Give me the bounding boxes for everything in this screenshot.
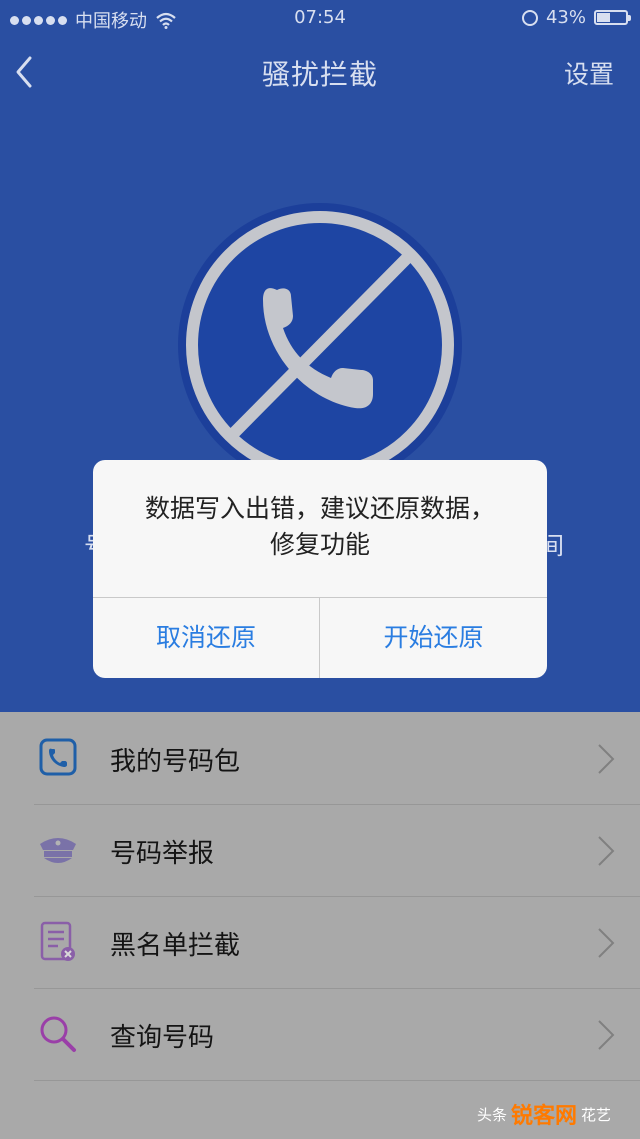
police-cap-icon	[40, 838, 76, 863]
list-item-phone-book[interactable]: 我的号码包	[0, 712, 640, 804]
list-item-label: 查询号码	[110, 1023, 215, 1053]
chevron-right-icon	[598, 744, 615, 774]
battery-icon	[594, 10, 631, 25]
watermark-brand: 锐客网	[511, 1104, 578, 1129]
phone-book-icon	[39, 738, 77, 776]
chevron-right-icon	[598, 836, 615, 866]
list-item-label: 黑名单拦截	[110, 931, 241, 961]
list-item-label: 我的号码包	[110, 747, 241, 777]
restore-alert-dialog: 数据写入出错，建议还原数据，修复功能 取消还原 开始还原	[93, 460, 547, 678]
page-title: 骚扰拦截	[261, 58, 378, 91]
settings-button[interactable]: 设置	[564, 55, 614, 91]
watermark-prefix: 头条	[477, 1105, 508, 1124]
rotation-lock-icon	[521, 9, 538, 26]
list-item-report-number[interactable]: 号码举报	[0, 804, 640, 896]
feature-list: 我的号码包 号码举报 黑名单拦截 查询号码	[0, 712, 640, 1139]
list-item-query-number[interactable]: 查询号码	[0, 988, 640, 1080]
start-restore-button[interactable]: 开始还原	[320, 598, 547, 678]
watermark: 头条 锐客网 花艺	[477, 1098, 611, 1130]
divider	[34, 1080, 640, 1081]
cancel-restore-button[interactable]: 取消还原	[93, 598, 319, 678]
search-icon	[40, 1016, 76, 1052]
chevron-right-icon	[598, 1020, 615, 1050]
block-call-emblem-icon	[178, 203, 462, 487]
blacklist-icon	[40, 921, 75, 961]
chevron-right-icon	[598, 928, 615, 958]
status-bar: 中国移动 07:54 43%	[0, 0, 640, 36]
battery-percent: 43%	[545, 7, 586, 28]
list-item-label: 号码举报	[110, 839, 215, 869]
navigation-bar: 骚扰拦截 设置	[0, 40, 640, 104]
dialog-message: 数据写入出错，建议还原数据，修复功能	[144, 494, 495, 559]
watermark-suffix: 花艺	[581, 1105, 612, 1124]
list-item-blacklist[interactable]: 黑名单拦截	[0, 896, 640, 988]
